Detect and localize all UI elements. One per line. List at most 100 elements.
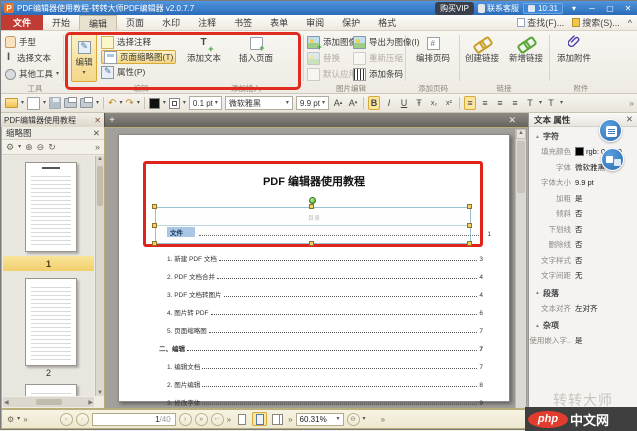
- printer-setup-icon[interactable]: [80, 97, 94, 108]
- menu-review[interactable]: 审阅: [297, 15, 333, 30]
- menu-form[interactable]: 表单: [261, 15, 297, 30]
- bold-button[interactable]: B: [367, 96, 380, 110]
- more-chevron[interactable]: »: [227, 415, 231, 424]
- prop-bold[interactable]: 加粗是: [529, 191, 637, 207]
- more-tools-chevron[interactable]: »: [629, 98, 634, 108]
- sidebar-horizontal-scrollbar[interactable]: ◀ ▶: [3, 397, 94, 407]
- translate-language-icon[interactable]: [601, 148, 624, 171]
- menu-protect[interactable]: 保护: [333, 15, 369, 30]
- pdf-page[interactable]: PDF 编辑器使用教程 目录 文件 1 1. 新建 PDF 文档 3 2. PDF…: [118, 134, 510, 407]
- chevron-down-icon[interactable]: ▾: [18, 144, 21, 150]
- actual-size-button[interactable]: [234, 412, 249, 426]
- window-menu-button[interactable]: ▾: [567, 4, 581, 13]
- last-page-button[interactable]: »: [194, 412, 208, 426]
- previous-view-button[interactable]: ↩: [210, 412, 224, 426]
- redo-icon[interactable]: ↷: [125, 98, 133, 109]
- chevron-down-icon[interactable]: ▾: [43, 100, 46, 106]
- menu-annotate[interactable]: 注释: [189, 15, 225, 30]
- chevron-down-icon[interactable]: ▾: [119, 100, 122, 106]
- open-file-icon[interactable]: [5, 98, 18, 108]
- more-chevron[interactable]: »: [23, 415, 27, 424]
- font-family-select[interactable]: 微软雅黑 ▾: [224, 96, 293, 110]
- translate-widget-icon[interactable]: [599, 119, 622, 142]
- thumbnail-zoom-out-icon[interactable]: ⊖: [37, 142, 45, 153]
- stroke-width-select[interactable]: 0.1 pt ▾: [188, 96, 222, 110]
- search-button[interactable]: 搜索(S)...: [572, 16, 620, 29]
- scroll-up-icon[interactable]: ▲: [516, 129, 526, 139]
- strikethrough-button[interactable]: Ŧ: [413, 96, 425, 110]
- chevron-down-icon[interactable]: ▾: [183, 100, 186, 106]
- toc-row[interactable]: 3. PDF 文档转图片 4: [167, 289, 483, 299]
- toc-row[interactable]: 4. 图片转 PDF 6: [167, 307, 483, 317]
- scroll-right-icon[interactable]: ▶: [88, 399, 93, 406]
- save-icon[interactable]: [49, 97, 62, 109]
- thumbnail-zoom-in-icon[interactable]: ⊕: [25, 142, 33, 153]
- selection-handle[interactable]: [152, 241, 157, 246]
- prop-letter-spacing[interactable]: 文字间距无: [529, 268, 637, 284]
- scrollbar-thumb[interactable]: [97, 166, 103, 206]
- menu-file[interactable]: 文件: [1, 15, 44, 30]
- more-chevron[interactable]: »: [381, 415, 385, 424]
- maximize-button[interactable]: ▢: [603, 4, 617, 13]
- decrease-font-button[interactable]: A ▾: [347, 96, 359, 110]
- document-tab[interactable]: PDF编辑器使用教程 ✕: [1, 113, 105, 127]
- prop-strikethrough[interactable]: 删除线否: [529, 237, 637, 253]
- toc-row[interactable]: 2. 图片编辑 8: [167, 379, 483, 389]
- superscript-button[interactable]: x²: [443, 96, 455, 110]
- select-text-button[interactable]: 选择文本: [5, 51, 59, 65]
- chevron-down-icon[interactable]: ▾: [539, 100, 542, 106]
- previous-page-button[interactable]: ‹: [75, 412, 89, 426]
- menu-format[interactable]: 格式: [369, 15, 405, 30]
- text-direction-button[interactable]: T: [524, 96, 536, 110]
- page-thumbnail-1[interactable]: [25, 162, 77, 252]
- zoom-out-button[interactable]: ⊖: [346, 412, 360, 426]
- fill-color-swatch[interactable]: [148, 97, 160, 109]
- page-number-input[interactable]: 1/40: [91, 412, 176, 426]
- page-thumbnail-2[interactable]: [25, 278, 77, 366]
- zoom-level-select[interactable]: 60.31% ▾: [295, 412, 344, 426]
- first-page-button[interactable]: «: [59, 412, 73, 426]
- default-app-button[interactable]: 默认应用: [307, 67, 357, 81]
- increase-font-button[interactable]: A ▴: [332, 96, 344, 110]
- close-tab-icon[interactable]: ✕: [94, 116, 101, 125]
- italic-button[interactable]: I: [383, 96, 395, 110]
- selection-handle[interactable]: [309, 241, 314, 246]
- selection-handle[interactable]: [152, 204, 157, 209]
- prop-embedded-font[interactable]: 使用嵌入字.. 是: [529, 333, 637, 349]
- align-right-button[interactable]: ≡: [494, 96, 506, 110]
- font-size-select[interactable]: 9.9 pt ▾: [295, 96, 329, 110]
- scrollbar-thumb[interactable]: [517, 141, 525, 193]
- stroke-color-swatch[interactable]: [168, 97, 180, 109]
- chevron-down-icon[interactable]: ▾: [560, 100, 563, 106]
- scroll-down-icon[interactable]: ▼: [96, 390, 104, 396]
- chevron-down-icon[interactable]: ▾: [96, 100, 99, 106]
- other-tools-button[interactable]: 其他工具 ▾: [5, 67, 59, 81]
- prop-font-size[interactable]: 字体大小 9.9 pt: [529, 175, 637, 191]
- collapse-ribbon-button[interactable]: ^: [628, 18, 632, 28]
- new-link-button[interactable]: 新增链接: [509, 37, 543, 64]
- scroll-up-icon[interactable]: ▲: [96, 156, 104, 162]
- close-panel-icon[interactable]: ✕: [626, 114, 633, 125]
- sidebar-vertical-scrollbar[interactable]: ▲ ▼: [95, 156, 104, 396]
- chevron-down-icon[interactable]: ▾: [137, 100, 140, 106]
- toc-row[interactable]: 1. 编辑文档 7: [167, 361, 483, 371]
- menu-edit[interactable]: 编辑: [79, 15, 118, 30]
- text-orientation-button[interactable]: T: [545, 96, 557, 110]
- section-misc[interactable]: ▲ 杂项: [529, 316, 637, 333]
- scroll-left-icon[interactable]: ◀: [4, 399, 9, 406]
- align-center-button[interactable]: ≡: [479, 96, 491, 110]
- minimize-button[interactable]: ─: [585, 4, 599, 13]
- prop-italic[interactable]: 倾斜否: [529, 206, 637, 222]
- create-link-button[interactable]: 创建链接: [465, 37, 499, 64]
- subscript-button[interactable]: x₂: [428, 96, 440, 110]
- selected-page-label[interactable]: 1: [3, 256, 94, 271]
- chevron-down-icon[interactable]: ▾: [163, 100, 166, 106]
- menu-bookmark[interactable]: 书签: [225, 15, 261, 30]
- selection-handle[interactable]: [309, 204, 314, 209]
- view-options-gear-icon[interactable]: ⚙: [7, 415, 14, 424]
- prop-underline[interactable]: 下划线否: [529, 222, 637, 238]
- next-page-button[interactable]: ›: [178, 412, 192, 426]
- close-sidebar-icon[interactable]: ✕: [93, 128, 100, 139]
- print-icon[interactable]: [64, 97, 78, 108]
- chevron-down-icon[interactable]: ▾: [21, 100, 24, 106]
